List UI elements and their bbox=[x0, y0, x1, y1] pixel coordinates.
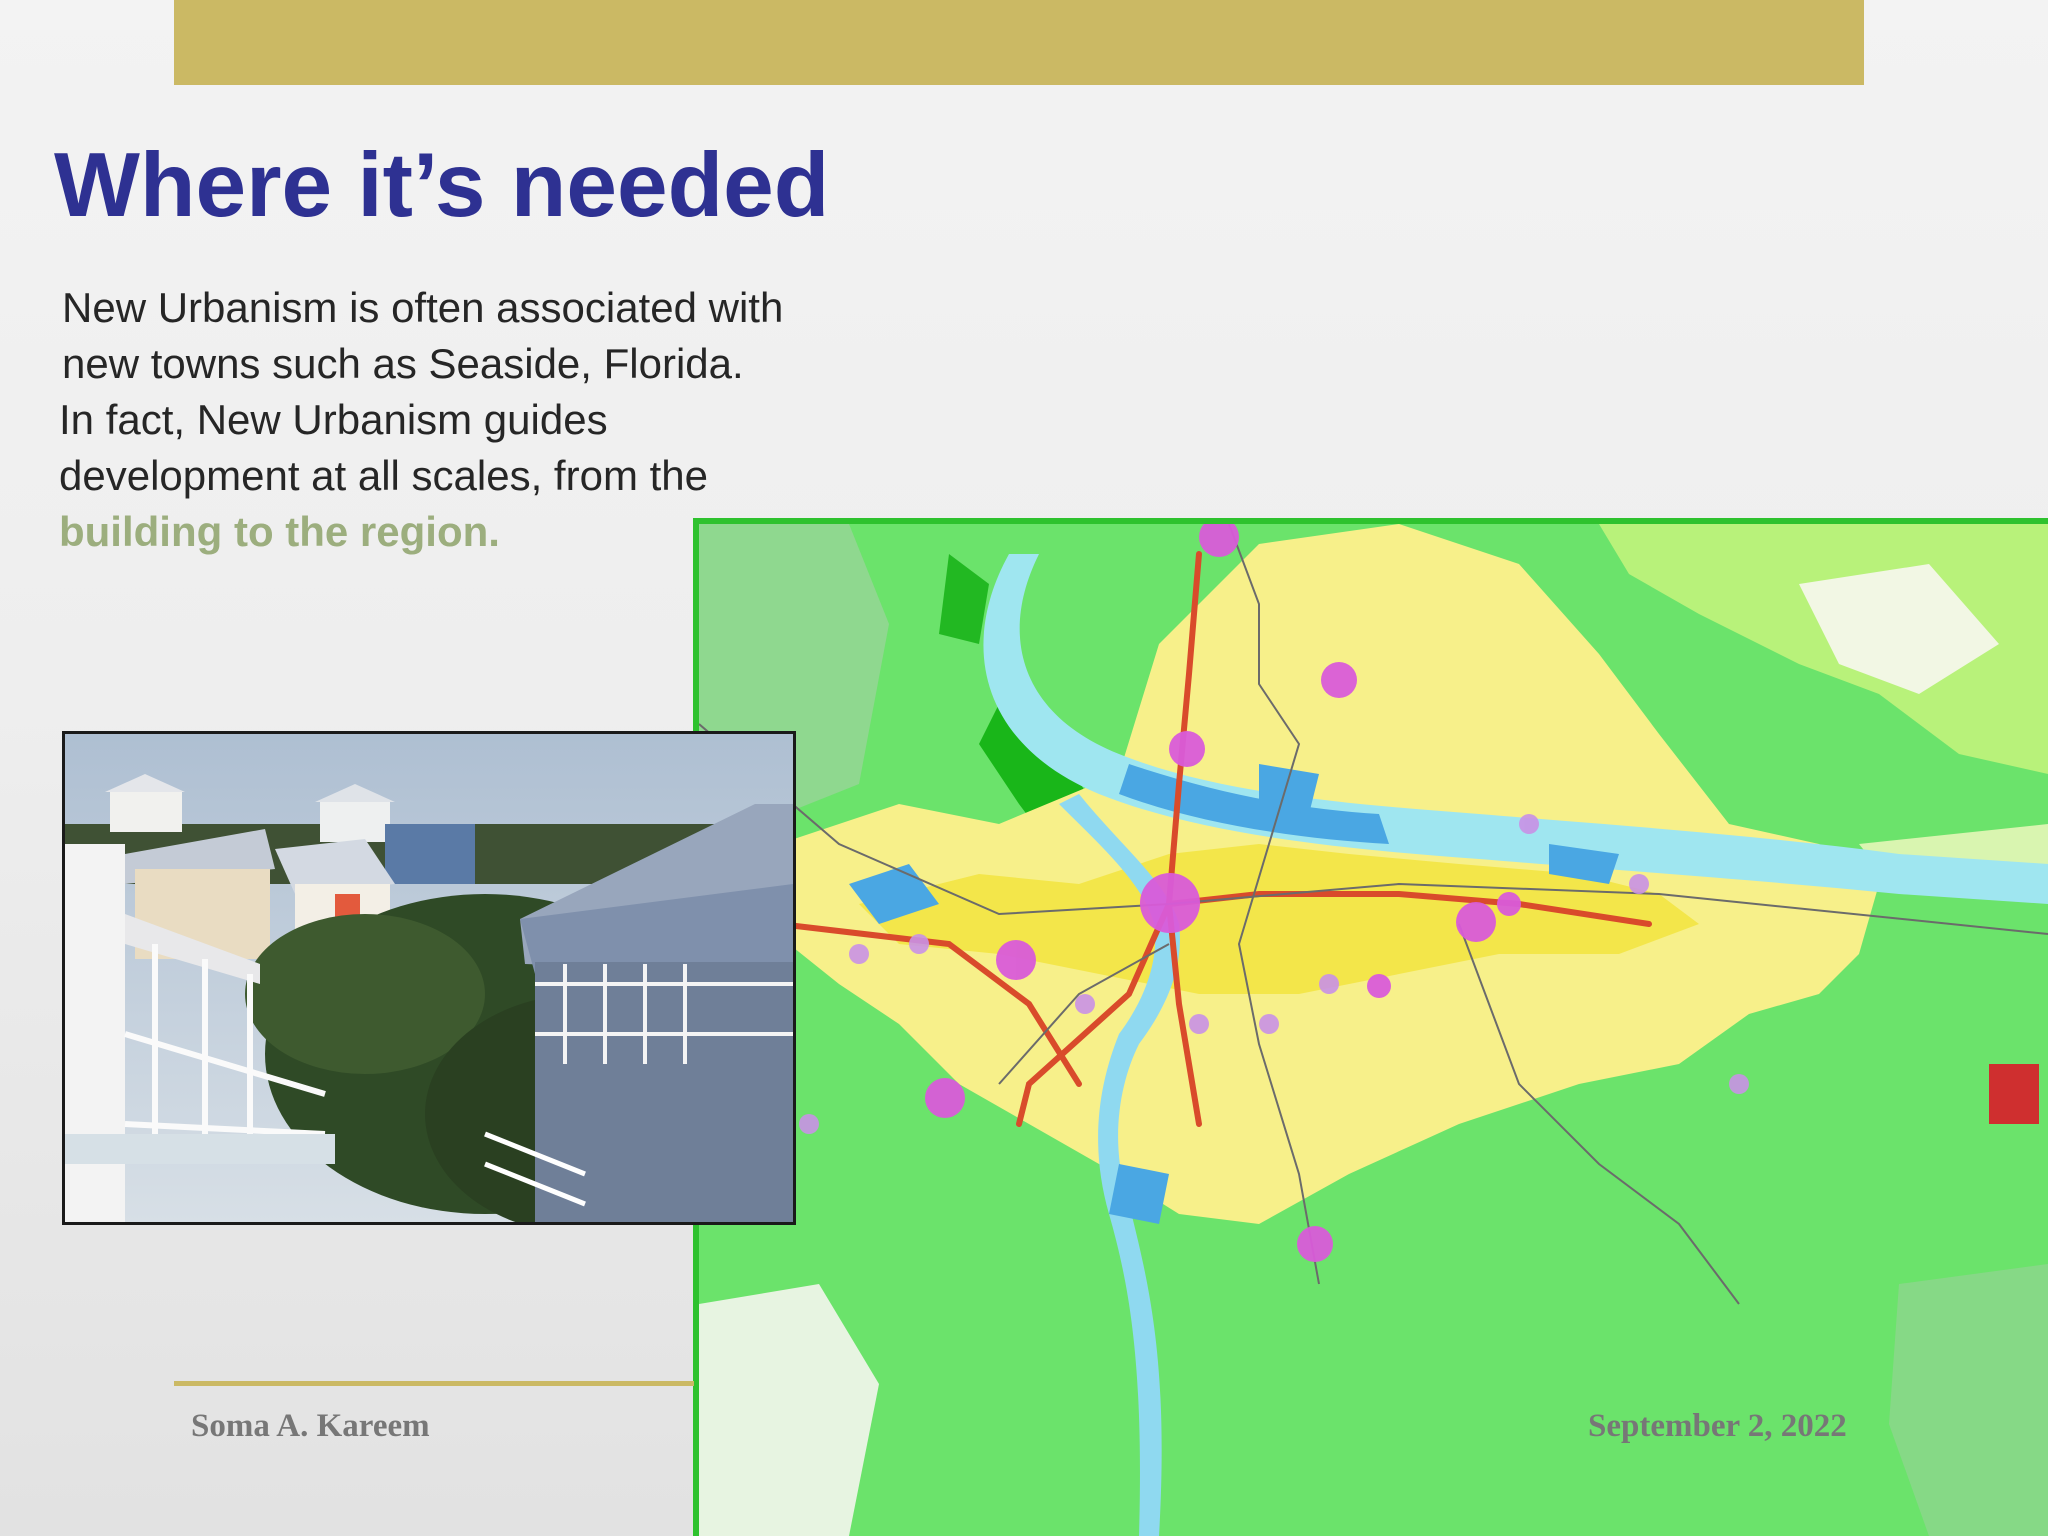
footer-date: September 2, 2022 bbox=[1588, 1408, 1847, 1444]
footer-divider bbox=[174, 1381, 694, 1386]
body-line-4: development at all scales, from the bbox=[59, 452, 708, 499]
body-line-2: new towns such as Seaside, Florida. bbox=[62, 340, 744, 387]
footer-author: Soma A. Kareem bbox=[191, 1408, 430, 1444]
slide-title: Where it’s needed bbox=[54, 135, 830, 236]
top-accent-bar bbox=[174, 0, 1864, 85]
seaside-photo bbox=[62, 731, 796, 1225]
body-line-1: New Urbanism is often associated with bbox=[62, 284, 784, 331]
regional-map-image bbox=[693, 518, 2048, 1536]
body-line-3: In fact, New Urbanism guides bbox=[59, 396, 608, 443]
